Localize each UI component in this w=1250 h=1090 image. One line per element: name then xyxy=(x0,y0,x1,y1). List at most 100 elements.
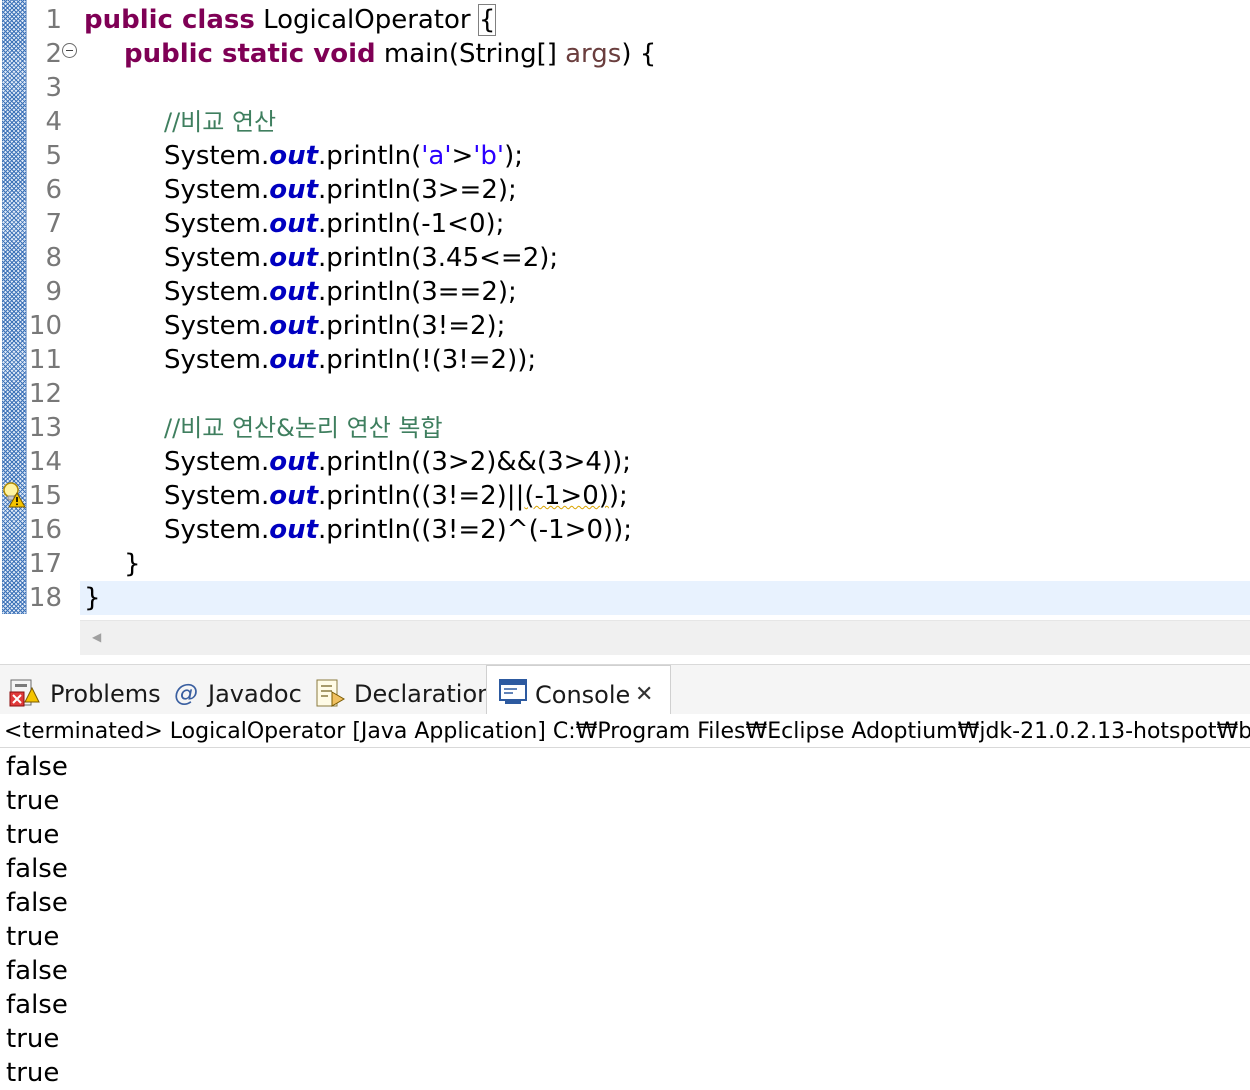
code-text: .println((3>2)&&(3>4)); xyxy=(318,447,631,477)
line-number: 4 xyxy=(45,107,62,137)
code-text: ) { xyxy=(621,39,657,69)
line-number: 14 xyxy=(28,447,62,477)
comment-line: //비교 연산 xyxy=(164,108,277,136)
keyword: public static void xyxy=(124,39,376,69)
code-line: } xyxy=(124,549,141,579)
code-text: main(String[] xyxy=(375,39,566,69)
char-literal: 'a' xyxy=(421,141,452,171)
code-line: System.out.println(-1<0); xyxy=(164,207,504,241)
field-out: out xyxy=(269,481,319,511)
code-line: System.out.println(3!=2); xyxy=(164,309,505,343)
line-number: 8 xyxy=(45,243,62,273)
code-editor[interactable]: 1 2 3 4 5 6 7 8 9 10 11 12 13 14 15 16 1… xyxy=(0,0,1250,655)
code-text: .println(3.45<=2); xyxy=(318,243,559,273)
code-text: > xyxy=(451,141,474,171)
code-line: System.out.println((3>2)&&(3>4)); xyxy=(164,445,631,479)
warning-underline[interactable]: (-1>0) xyxy=(524,481,609,511)
code-line: System.out.println((3!=2)||(-1>0)); xyxy=(164,479,628,513)
output-line: false xyxy=(6,752,68,782)
horizontal-scrollbar[interactable]: ◀ xyxy=(80,620,1250,655)
code-text: System. xyxy=(164,481,270,511)
at-icon: @ xyxy=(174,679,198,707)
code-text: ); xyxy=(608,481,628,511)
code-line: System.out.println('a'>'b'); xyxy=(164,139,523,173)
console-icon xyxy=(499,679,527,704)
output-line: true xyxy=(6,820,60,850)
code-line: public class LogicalOperator { xyxy=(84,3,497,37)
code-text: .println(3>=2); xyxy=(318,175,517,205)
code-area[interactable]: public class LogicalOperator { public st… xyxy=(80,0,1250,620)
field-out: out xyxy=(269,311,319,341)
fold-collapse-icon[interactable] xyxy=(62,43,77,58)
code-text: LogicalOperator xyxy=(254,5,479,35)
line-number: 10 xyxy=(28,311,62,341)
code-text: System. xyxy=(164,345,270,375)
code-text: .println((3!=2)|| xyxy=(318,481,525,511)
code-text: System. xyxy=(164,515,270,545)
line-number: 1 xyxy=(45,5,62,35)
code-text: .println(3!=2); xyxy=(318,311,506,341)
console-output[interactable]: false true true false false true false f… xyxy=(0,750,1250,1088)
matching-bracket: { xyxy=(477,4,497,36)
line-number: 3 xyxy=(45,73,62,103)
tab-problems[interactable]: Problems xyxy=(0,665,161,715)
output-line: false xyxy=(6,956,68,986)
field-out: out xyxy=(269,345,319,375)
tab-javadoc[interactable]: @ Javadoc xyxy=(168,665,303,715)
code-line: System.out.println(3>=2); xyxy=(164,173,517,207)
output-line: false xyxy=(6,990,68,1020)
code-text: System. xyxy=(164,311,270,341)
line-number: 11 xyxy=(28,345,62,375)
code-text: ); xyxy=(504,141,523,171)
keyword: public class xyxy=(84,5,255,35)
code-text: System. xyxy=(164,141,270,171)
line-number: 15 xyxy=(28,481,62,511)
output-line: false xyxy=(6,854,68,884)
line-number: 17 xyxy=(28,549,62,579)
parameter-name: args xyxy=(565,39,622,69)
field-out: out xyxy=(269,209,319,239)
code-text: .println((3!=2)^(-1>0)); xyxy=(318,515,633,545)
console-description: <terminated> LogicalOperator [Java Appli… xyxy=(0,714,1250,748)
scroll-left-icon[interactable]: ◀ xyxy=(92,630,101,644)
code-text: System. xyxy=(164,175,270,205)
code-line: public static void main(String[] args) { xyxy=(124,37,656,71)
output-line: true xyxy=(6,786,60,816)
line-number: 13 xyxy=(28,413,62,443)
declaration-icon xyxy=(316,679,345,707)
code-text: } xyxy=(84,583,101,613)
line-number: 12 xyxy=(28,379,62,409)
code-text: System. xyxy=(164,243,270,273)
tab-console[interactable]: Console ✕ xyxy=(486,665,671,716)
line-number: 2 xyxy=(45,39,62,69)
output-line: true xyxy=(6,922,60,952)
code-line: System.out.println((3!=2)^(-1>0)); xyxy=(164,513,632,547)
code-text: .println(!(3!=2)); xyxy=(318,345,537,375)
code-line: System.out.println(3==2); xyxy=(164,275,517,309)
overview-ruler xyxy=(2,0,27,614)
tab-declaration[interactable]: Declaration xyxy=(310,665,492,715)
code-text: System. xyxy=(164,447,270,477)
output-line: false xyxy=(6,888,68,918)
warning-lightbulb-icon[interactable] xyxy=(2,481,26,509)
code-text: System. xyxy=(164,209,270,239)
field-out: out xyxy=(269,515,319,545)
line-number: 9 xyxy=(45,277,62,307)
line-number: 5 xyxy=(45,141,62,171)
field-out: out xyxy=(269,175,319,205)
code-text: .println(3==2); xyxy=(318,277,517,307)
code-text: .println( xyxy=(318,141,422,171)
char-literal: 'b' xyxy=(473,141,505,171)
comment-line: //비교 연산&논리 연산 복합 xyxy=(164,414,443,442)
output-line: true xyxy=(6,1024,60,1054)
field-out: out xyxy=(269,141,319,171)
line-number-gutter: 1 2 3 4 5 6 7 8 9 10 11 12 13 14 15 16 1… xyxy=(26,0,80,620)
line-number: 7 xyxy=(45,209,62,239)
line-number: 16 xyxy=(28,515,62,545)
view-tab-bar: Problems @ Javadoc Declaration Console ✕ xyxy=(0,664,1250,716)
field-out: out xyxy=(269,243,319,273)
current-code-line: } xyxy=(80,581,1250,615)
line-number: 6 xyxy=(45,175,62,205)
line-number: 18 xyxy=(28,583,62,613)
code-text: System. xyxy=(164,277,270,307)
